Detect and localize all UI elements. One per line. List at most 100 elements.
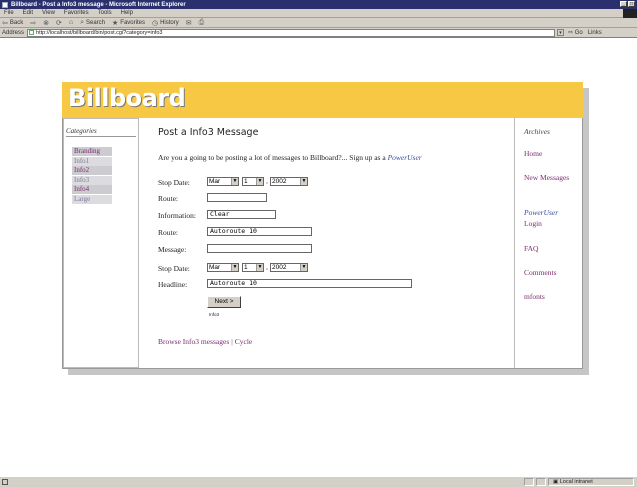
- window-title: Billboard - Post a Info3 message - Micro…: [11, 1, 186, 8]
- headline-label: Headline:: [158, 280, 188, 289]
- stop-date-day-select[interactable]: 1 ▼: [242, 177, 264, 186]
- security-zone: ▣ Local intranet: [548, 478, 634, 486]
- chevron-down-icon: ▼: [300, 178, 307, 185]
- archives-heading: Archives: [524, 127, 550, 136]
- chevron-down-icon: ▼: [231, 178, 238, 185]
- history-icon: ◷: [151, 19, 159, 27]
- window-titlebar: Billboard - Post a Info3 message - Micro…: [0, 0, 637, 9]
- history-button[interactable]: ◷ History: [152, 19, 179, 27]
- menu-file[interactable]: File: [4, 10, 14, 16]
- status-cell: [536, 478, 546, 486]
- address-bar: Address http://localhost/billboard/bin/p…: [0, 28, 637, 38]
- faq-link[interactable]: FAQ: [524, 244, 538, 253]
- stop-date-label: Stop Date:: [158, 178, 190, 187]
- chevron-down-icon: ▼: [256, 264, 263, 271]
- back-arrow-icon: ⇦: [2, 19, 8, 27]
- chevron-down-icon: ▼: [300, 264, 307, 271]
- headline-input[interactable]: Autoroute 10: [207, 279, 412, 288]
- links-button[interactable]: Links: [588, 30, 602, 36]
- menu-view[interactable]: View: [42, 10, 55, 16]
- information-label: Information:: [158, 211, 196, 220]
- information-input[interactable]: Clear: [207, 210, 276, 219]
- favorites-icon: ★: [112, 19, 119, 27]
- category-info3[interactable]: Info3: [72, 175, 112, 185]
- minimize-button[interactable]: _: [620, 1, 627, 7]
- route2-input[interactable]: Autoroute 10: [207, 227, 312, 236]
- stop-button[interactable]: ⊗: [43, 19, 49, 27]
- ie-icon: [2, 1, 8, 8]
- browser-toolbar: ⇦ Back ⇨ ⊗ ⟳ ⌂ ⌕ Search ★ Favorites ◷ Histor…: [0, 18, 637, 28]
- menu-favorites[interactable]: Favorites: [64, 10, 89, 16]
- menu-bar: File Edit View Favorites Tools Help: [0, 9, 637, 18]
- address-url: http://localhost/billboard/bin/post.cgi?…: [36, 29, 163, 36]
- status-cell: [524, 478, 534, 486]
- category-branding[interactable]: Branding: [72, 147, 112, 156]
- message-input[interactable]: [207, 244, 312, 253]
- refresh-icon: ⟳: [55, 19, 62, 27]
- category-info2[interactable]: Info2: [72, 166, 112, 175]
- stop-date-month-select[interactable]: Mar ▼: [207, 177, 239, 186]
- category-info4[interactable]: Info4: [72, 185, 112, 194]
- stop-date2-label: Stop Date:: [158, 264, 190, 273]
- message-label: Message:: [158, 245, 187, 254]
- page-status-icon: [2, 479, 8, 485]
- browse-messages-link[interactable]: Browse Info3 messages: [158, 337, 229, 346]
- stop-date2-day-select[interactable]: 1 ▼: [242, 263, 264, 272]
- menu-edit[interactable]: Edit: [23, 10, 33, 16]
- date-separator: ,: [266, 264, 268, 271]
- stop-date2-year-select[interactable]: 2002 ▼: [270, 263, 308, 272]
- category-info1[interactable]: Info1: [72, 156, 112, 166]
- poweruser-signup-link[interactable]: PowerUser: [388, 153, 422, 162]
- address-label: Address: [2, 29, 25, 36]
- category-large[interactable]: Large: [72, 194, 112, 204]
- stop-date2-month-select[interactable]: Mar ▼: [207, 263, 239, 272]
- window-controls: _ □: [620, 1, 635, 7]
- categories-heading: Categories: [66, 127, 136, 137]
- new-messages-link[interactable]: New Messages: [524, 173, 572, 182]
- poweruser-link[interactable]: PowerUser: [524, 208, 558, 217]
- back-button[interactable]: ⇦ Back: [2, 19, 23, 27]
- mfonts-link[interactable]: mfonts: [524, 292, 545, 301]
- home-button[interactable]: ⌂: [69, 19, 73, 26]
- home-link[interactable]: Home: [524, 149, 542, 158]
- page-title: Post a Info3 Message: [158, 127, 259, 138]
- comments-link[interactable]: Comments: [524, 268, 557, 277]
- right-sidebar: Archives Home New Messages PowerUser Log…: [514, 118, 583, 368]
- date-separator: ,: [266, 178, 268, 185]
- address-dropdown-button[interactable]: ▾: [557, 29, 565, 36]
- mail-button[interactable]: ✉: [186, 19, 192, 27]
- next-button[interactable]: Next >: [207, 296, 241, 308]
- mail-icon: ✉: [185, 19, 192, 27]
- search-button[interactable]: ⌕ Search: [80, 19, 105, 27]
- stop-date-year-select[interactable]: 2002 ▼: [270, 177, 308, 186]
- login-link[interactable]: Login: [524, 219, 542, 228]
- route2-label: Route:: [158, 228, 178, 237]
- print-icon: ⎙: [198, 18, 205, 26]
- site-banner: Billboard: [62, 82, 583, 118]
- maximize-button[interactable]: □: [628, 1, 635, 7]
- categories-list: Branding Info1 Info2 Info3 Info4 Large: [72, 147, 112, 204]
- forward-button[interactable]: ⇨: [30, 19, 36, 27]
- refresh-button[interactable]: ⟳: [56, 19, 62, 27]
- go-button[interactable]: ⇨ Go: [568, 29, 583, 36]
- menu-help[interactable]: Help: [121, 10, 133, 16]
- print-button[interactable]: ⎙: [199, 19, 205, 27]
- page-container: [62, 82, 583, 369]
- status-bar: ▣ Local intranet: [0, 476, 637, 487]
- intro-text: Are you a going to be posting a lot of m…: [158, 153, 422, 162]
- windows-logo-icon: [623, 9, 637, 18]
- address-input[interactable]: http://localhost/billboard/bin/post.cgi?…: [27, 28, 556, 37]
- category-tag: Info3: [209, 312, 220, 317]
- route-label: Route:: [158, 194, 178, 203]
- site-logo[interactable]: Billboard: [68, 84, 186, 112]
- menu-tools[interactable]: Tools: [98, 10, 112, 16]
- footer-links: Browse Info3 messages | Cycle: [158, 337, 252, 346]
- favorites-button[interactable]: ★ Favorites: [112, 19, 145, 27]
- cycle-link[interactable]: Cycle: [235, 337, 253, 346]
- stop-icon: ⊗: [43, 19, 49, 27]
- intranet-icon: ▣: [553, 479, 560, 485]
- search-icon: ⌕: [80, 18, 84, 26]
- home-icon: ⌂: [68, 19, 74, 26]
- page-icon: [29, 30, 35, 35]
- route-input[interactable]: [207, 193, 267, 202]
